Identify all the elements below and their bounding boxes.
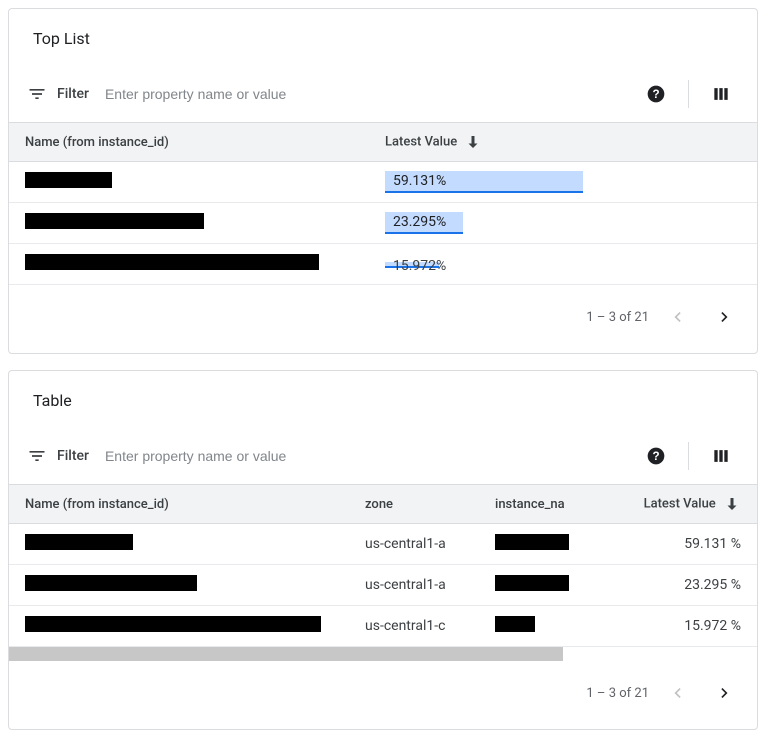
redacted-instance-name: [495, 575, 569, 591]
col-zone[interactable]: zone: [349, 485, 479, 524]
redacted-name: [25, 213, 204, 229]
table-row: 23.295%: [9, 203, 757, 244]
separator: [688, 80, 689, 108]
columns-icon[interactable]: [701, 74, 741, 114]
name-cell: [9, 524, 349, 565]
value-cell: 23.295%: [369, 203, 757, 244]
value-cell: 23.295 %: [569, 565, 757, 606]
name-cell: [9, 606, 349, 647]
help-icon[interactable]: ?: [636, 436, 676, 476]
instance-name-cell: [479, 565, 569, 606]
instance-name-cell: [479, 606, 569, 647]
table-pagination: 1 – 3 of 21: [9, 661, 757, 729]
name-cell: [9, 162, 369, 203]
col-latest-value-label: Latest Value: [385, 134, 457, 149]
name-cell: [9, 565, 349, 606]
value-bar: 59.131%: [385, 171, 583, 193]
col-name[interactable]: Name (from instance_id): [9, 123, 369, 162]
separator: [688, 442, 689, 470]
redacted-name: [25, 254, 319, 270]
pagination-text: 1 – 3 of 21: [586, 310, 649, 325]
redacted-name: [25, 616, 321, 632]
redacted-name: [25, 575, 197, 591]
filter-icon: [25, 444, 49, 468]
col-latest-value-label: Latest Value: [644, 496, 716, 511]
redacted-instance-name: [495, 616, 535, 632]
zone-cell: us-central1-a: [349, 524, 479, 565]
value-cell: 15.972 %: [569, 606, 757, 647]
columns-icon[interactable]: [701, 436, 741, 476]
filter-icon: [25, 82, 49, 106]
redacted-name: [25, 534, 133, 550]
col-latest-value[interactable]: Latest Value: [569, 485, 757, 524]
scrollbar-thumb[interactable]: [9, 647, 563, 661]
top-list-card: Top List Filter ? Name (from instance_id…: [8, 8, 758, 354]
zone-cell: us-central1-a: [349, 565, 479, 606]
value-text: 15.972%: [393, 258, 446, 274]
filter-label: Filter: [57, 86, 89, 102]
prev-page-icon[interactable]: [657, 673, 697, 713]
pagination-text: 1 – 3 of 21: [586, 686, 649, 701]
data-table: Name (from instance_id) zone instance_na…: [9, 484, 757, 647]
filter-label: Filter: [57, 448, 89, 464]
top-list-title: Top List: [9, 9, 757, 66]
table-row: 59.131%: [9, 162, 757, 203]
name-cell: [9, 244, 369, 285]
redacted-instance-name: [495, 534, 569, 550]
help-icon[interactable]: ?: [636, 74, 676, 114]
top-list-filter-input[interactable]: [97, 80, 628, 108]
top-list-pagination: 1 – 3 of 21: [9, 285, 757, 353]
svg-text:?: ?: [652, 450, 659, 463]
redacted-name: [25, 172, 112, 188]
table-row: us-central1-c 15.972 %: [9, 606, 757, 647]
top-list-table: Name (from instance_id) Latest Value 59.…: [9, 122, 757, 285]
value-bar: 23.295%: [385, 212, 463, 234]
next-page-icon[interactable]: [705, 673, 745, 713]
prev-page-icon[interactable]: [657, 297, 697, 337]
table-row: us-central1-a 23.295 %: [9, 565, 757, 606]
col-instance-name[interactable]: instance_na: [479, 485, 569, 524]
table-row: 15.972%: [9, 244, 757, 285]
value-cell: 59.131 %: [569, 524, 757, 565]
table-filter-input[interactable]: [97, 442, 628, 470]
svg-text:?: ?: [652, 88, 659, 101]
value-cell: 15.972%: [369, 244, 757, 285]
horizontal-scrollbar[interactable]: [9, 647, 757, 661]
table-card: Table Filter ? Name (from instance_id) z…: [8, 370, 758, 730]
col-name[interactable]: Name (from instance_id): [9, 485, 349, 524]
arrow-down-icon: [723, 495, 741, 513]
arrow-down-icon: [464, 133, 482, 151]
table-filter-row: Filter ?: [9, 428, 757, 484]
name-cell: [9, 203, 369, 244]
zone-cell: us-central1-c: [349, 606, 479, 647]
value-cell: 59.131%: [369, 162, 757, 203]
col-latest-value[interactable]: Latest Value: [369, 123, 757, 162]
table-row: us-central1-a 59.131 %: [9, 524, 757, 565]
top-list-filter-row: Filter ?: [9, 66, 757, 122]
next-page-icon[interactable]: [705, 297, 745, 337]
table-title: Table: [9, 371, 757, 428]
instance-name-cell: [479, 524, 569, 565]
